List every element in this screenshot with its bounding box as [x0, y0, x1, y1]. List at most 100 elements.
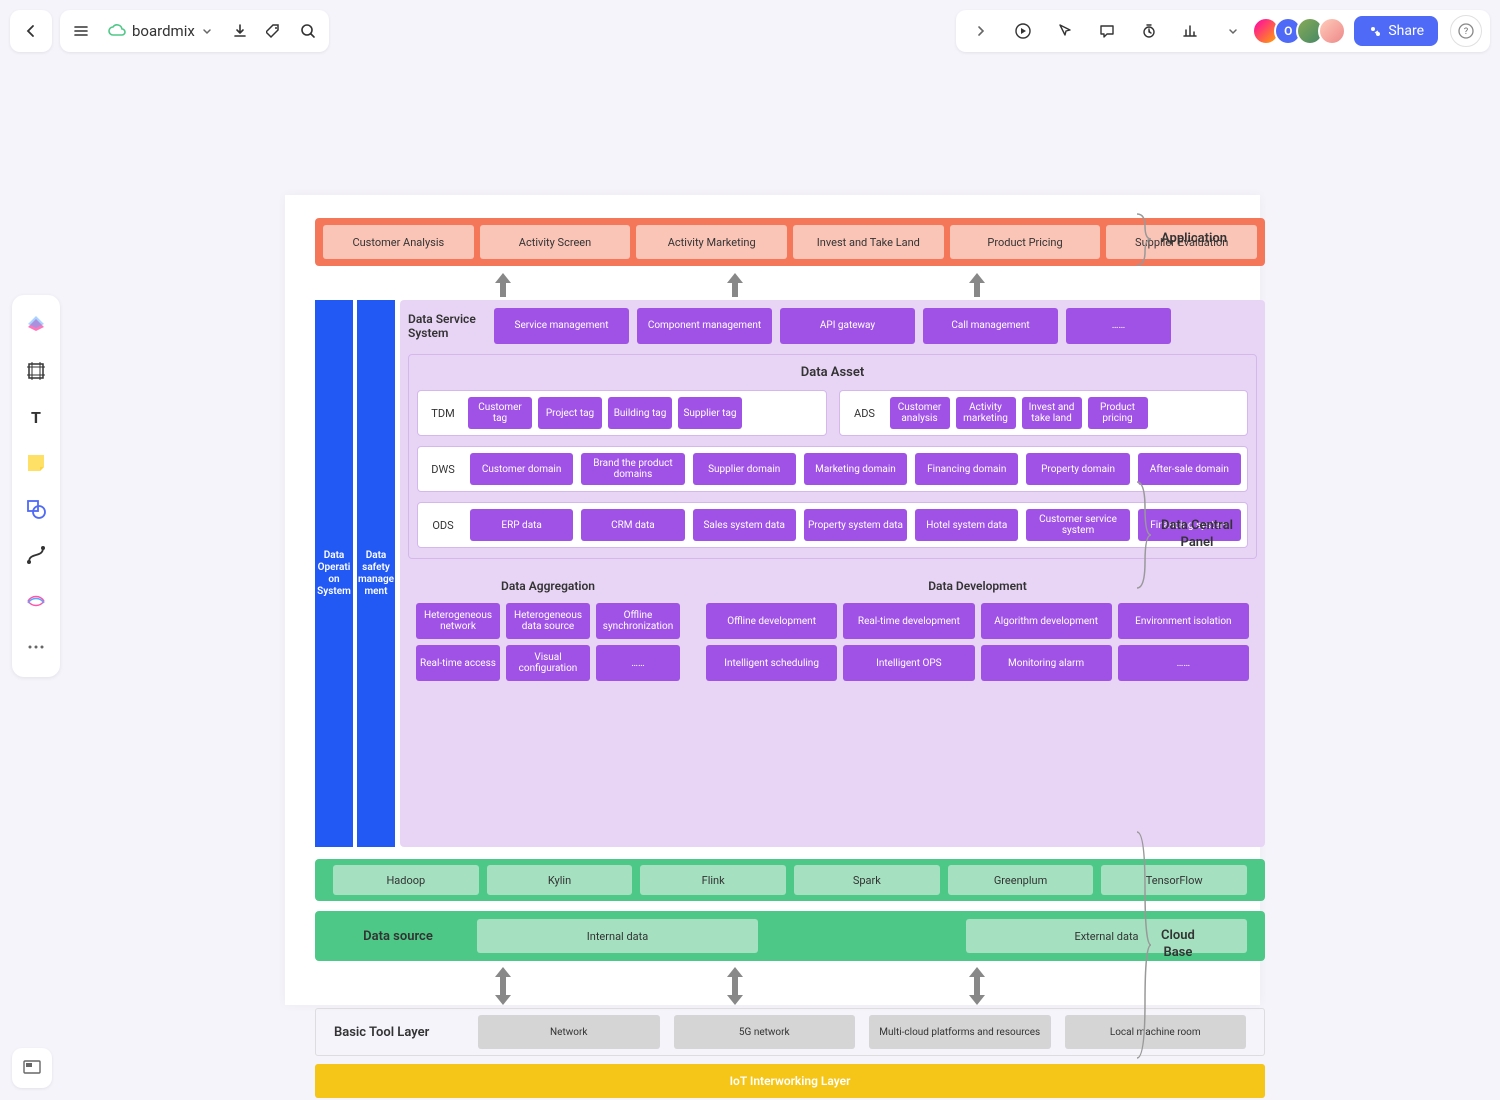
tag-button[interactable] [257, 14, 291, 48]
dws-item: Financing domain [915, 453, 1018, 485]
data-asset-section: Data Asset TDM Customer tag Project tag … [408, 354, 1257, 559]
brace-data-central: Data Central Panel [1135, 480, 1233, 590]
blue-side-label: Data Operati on System [315, 550, 353, 598]
left-toolbar: T [12, 295, 60, 677]
svg-text:?: ? [1464, 27, 1468, 37]
tdm-item: Customer tag [468, 397, 532, 429]
brace-label: Cloud Base [1161, 928, 1195, 962]
dev-item: Offline development [706, 603, 837, 639]
sticky-note-tool[interactable] [18, 441, 54, 485]
brace-label: Application [1161, 231, 1227, 248]
ads-label: ADS [846, 407, 884, 420]
brace-application: Application [1135, 212, 1227, 267]
app-item: Customer Analysis [323, 225, 474, 259]
data-source-row: Data source Internal data External data [315, 911, 1265, 961]
minimap-button[interactable] [12, 1048, 52, 1088]
dws-item: Brand the product domains [581, 453, 684, 485]
data-asset-title: Data Asset [417, 365, 1248, 380]
tdm-item: Project tag [538, 397, 602, 429]
ods-item: Property system data [804, 509, 907, 541]
arrow-updown-icon [491, 965, 515, 1007]
app-item: Activity Screen [480, 225, 631, 259]
share-button[interactable]: Share [1354, 16, 1438, 46]
arrow-up-icon [965, 271, 989, 299]
dev-item: Environment isolation [1118, 603, 1249, 639]
mindmap-tool[interactable] [18, 579, 54, 623]
ods-item: CRM data [581, 509, 684, 541]
blue-side-column: Data safety manage ment [357, 300, 395, 847]
ods-item: Customer service system [1026, 509, 1129, 541]
comment-button[interactable] [1090, 14, 1124, 48]
search-button[interactable] [291, 14, 325, 48]
agg-item: Real-time access [416, 645, 500, 681]
chart-button[interactable] [1174, 14, 1208, 48]
arrow-updown-icon [723, 965, 747, 1007]
logo-icon[interactable] [18, 303, 54, 347]
dev-item: Intelligent scheduling [706, 645, 837, 681]
chevron-right-icon[interactable] [964, 14, 998, 48]
dws-item: Property domain [1026, 453, 1129, 485]
cloud-icon [108, 24, 126, 38]
application-section: Customer Analysis Activity Screen Activi… [315, 218, 1265, 266]
back-button[interactable] [14, 14, 48, 48]
dss-item: API gateway [780, 308, 915, 344]
agg-item: Offline synchronization [596, 603, 680, 639]
menu-button[interactable] [64, 14, 98, 48]
connector-tool[interactable] [18, 533, 54, 577]
download-button[interactable] [223, 14, 257, 48]
diagram-canvas[interactable]: Customer Analysis Activity Screen Activi… [285, 195, 1260, 1005]
tool-layer-label: Basic Tool Layer [334, 1025, 464, 1040]
tool-item: 5G network [674, 1015, 856, 1049]
ads-item: Activity marketing [956, 397, 1016, 429]
dss-item: Service management [494, 308, 629, 344]
app-title: boardmix [132, 22, 195, 40]
arrow-updown-icon [965, 965, 989, 1007]
dws-item: Marketing domain [804, 453, 907, 485]
dss-item: Component management [637, 308, 772, 344]
chevron-down-icon[interactable] [201, 25, 213, 37]
top-toolbar: boardmix O [10, 10, 1490, 52]
compute-item: Hadoop [333, 865, 479, 895]
ods-item: Sales system data [693, 509, 796, 541]
dws-label: DWS [424, 463, 462, 476]
agg-item: Heterogeneous data source [506, 603, 590, 639]
ods-item: Hotel system data [915, 509, 1018, 541]
aggregation-section: Data Aggregation Heterogeneous network H… [408, 569, 688, 691]
app-item: Invest and Take Land [793, 225, 944, 259]
dws-item: Supplier domain [693, 453, 796, 485]
tool-item: Multi-cloud platforms and resources [869, 1015, 1051, 1049]
text-tool[interactable]: T [18, 395, 54, 439]
more-tools[interactable] [18, 625, 54, 669]
agg-item: Heterogeneous network [416, 603, 500, 639]
dss-item: …… [1066, 308, 1171, 344]
compute-item: Kylin [487, 865, 633, 895]
app-item: Activity Marketing [636, 225, 787, 259]
blue-side-column: Data Operati on System [315, 300, 353, 847]
cursor-button[interactable] [1048, 14, 1082, 48]
avatar-group[interactable]: O [1258, 17, 1346, 45]
ads-item: Product pricing [1088, 397, 1148, 429]
agg-item: Visual configuration [506, 645, 590, 681]
timer-button[interactable] [1132, 14, 1166, 48]
arrow-up-icon [491, 271, 515, 299]
shape-tool[interactable] [18, 487, 54, 531]
dws-item: Customer domain [470, 453, 573, 485]
ods-item: ERP data [470, 509, 573, 541]
dev-item: Algorithm development [981, 603, 1112, 639]
share-label: Share [1388, 23, 1424, 39]
frame-tool[interactable] [18, 349, 54, 393]
compute-item: Spark [794, 865, 940, 895]
dev-item: Intelligent OPS [843, 645, 974, 681]
data-source-label: Data source [333, 929, 463, 944]
tool-item: Network [478, 1015, 660, 1049]
more-chevron-icon[interactable] [1216, 14, 1250, 48]
tool-layer-row: Basic Tool Layer Network 5G network Mult… [315, 1008, 1265, 1056]
brace-cloud-base: Cloud Base [1135, 830, 1195, 1060]
svg-text:T: T [31, 408, 41, 427]
aggregation-title: Data Aggregation [416, 579, 680, 593]
play-button[interactable] [1006, 14, 1040, 48]
ads-item: Customer analysis [890, 397, 950, 429]
dev-item: Real-time development [843, 603, 974, 639]
dss-item: Call management [923, 308, 1058, 344]
help-button[interactable]: ? [1450, 15, 1482, 47]
